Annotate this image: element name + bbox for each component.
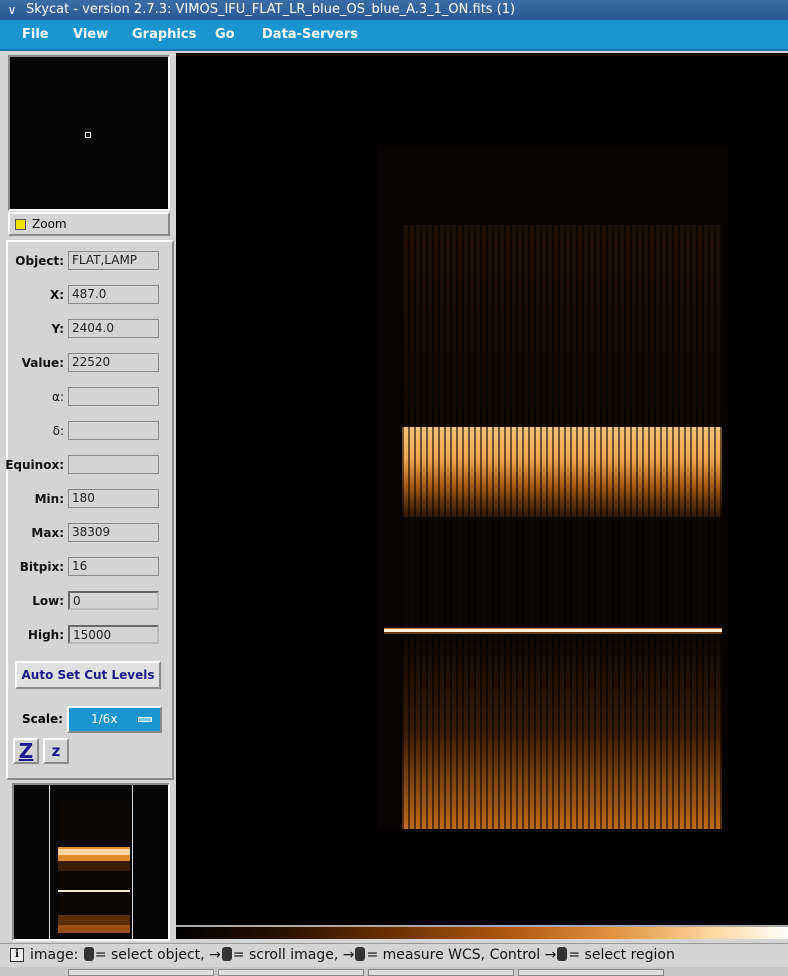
high-cut-input[interactable]: 15000 — [68, 625, 159, 644]
overview-thumbnail[interactable] — [12, 783, 170, 941]
window-title: Skycat - version 2.7.3: VIMOS_IFU_FLAT_L… — [26, 2, 516, 17]
dec-value — [68, 421, 159, 440]
ra-value — [68, 387, 159, 406]
field-x: X: 487.0 — [8, 284, 176, 306]
fits-image — [378, 145, 730, 829]
menu-view[interactable]: View — [73, 27, 108, 42]
info-icon: i — [10, 948, 24, 962]
pan-window[interactable] — [8, 55, 170, 211]
title-bar: ∨ Skycat - version 2.7.3: VIMOS_IFU_FLAT… — [0, 0, 788, 20]
status-prefix: image: — [30, 947, 79, 963]
pixel-value: 22520 — [68, 353, 159, 372]
field-label: Value: — [21, 356, 64, 370]
y-value: 2404.0 — [68, 319, 159, 338]
field-ra: α: — [8, 386, 176, 408]
viewport-indicator[interactable] — [49, 785, 133, 939]
status-scroll-image: = scroll image, — [232, 947, 339, 963]
mouse-left-icon — [83, 947, 94, 961]
scale-label: Scale: — [22, 712, 63, 726]
scale-value: 1/6x — [91, 712, 118, 726]
status-select-region: = select region — [568, 947, 675, 963]
info-panel: Object: FLAT,LAMP X: 487.0 Y: 2404.0 Val… — [5, 240, 176, 780]
field-y: Y: 2404.0 — [8, 318, 176, 340]
menu-bar: File View Graphics Go Data-Servers — [0, 20, 788, 51]
option-menu-indicator-icon — [138, 717, 152, 722]
taskbar-item[interactable] — [368, 969, 514, 976]
min-value: 180 — [68, 489, 159, 508]
scale-menu[interactable]: 1/6x — [67, 706, 162, 733]
zoom-out-button[interactable]: z — [43, 738, 69, 764]
object-value: FLAT,LAMP — [68, 251, 159, 270]
bitpix-value: 16 — [68, 557, 159, 576]
taskbar-item[interactable] — [518, 969, 664, 976]
control-panel: Zoom Object: FLAT,LAMP X: 487.0 Y: 2404.… — [5, 53, 176, 943]
zoom-label: Zoom — [32, 217, 67, 231]
max-value: 38309 — [68, 523, 159, 542]
menu-go[interactable]: Go — [215, 27, 235, 42]
x-value: 487.0 — [68, 285, 159, 304]
colorbar[interactable] — [176, 925, 788, 939]
equinox-value — [68, 455, 159, 474]
field-equinox: Equinox: — [5, 454, 176, 476]
mouse-left-icon — [557, 947, 568, 961]
mouse-right-icon — [355, 947, 366, 961]
field-min: Min: 180 — [8, 488, 176, 510]
field-label: X: — [49, 288, 64, 302]
field-label: δ: — [52, 424, 64, 438]
status-text: image: = select object, → = scroll image,… — [30, 947, 675, 963]
status-measure-wcs: = measure WCS, Control — [366, 947, 541, 963]
field-low: Low: 0 — [8, 590, 176, 612]
field-bitpix: Bitpix: 16 — [8, 556, 176, 578]
status-select-object: = select object, — [94, 947, 205, 963]
zoom-checkbox[interactable] — [15, 219, 26, 230]
field-max: Max: 38309 — [8, 522, 176, 544]
taskbar — [0, 967, 788, 976]
menu-data-servers[interactable]: Data-Servers — [262, 27, 358, 42]
zoom-in-button[interactable]: Z — [13, 738, 39, 764]
arrow-icon: → — [544, 947, 557, 963]
zoom-toggle[interactable]: Zoom — [8, 212, 170, 236]
arrow-icon: → — [342, 947, 355, 963]
field-value: Value: 22520 — [8, 352, 176, 374]
mouse-middle-icon — [221, 947, 232, 961]
field-label: Object: — [15, 254, 64, 268]
field-label: α: — [52, 390, 64, 404]
field-object: Object: FLAT,LAMP — [8, 250, 176, 272]
window-menu-icon[interactable]: ∨ — [4, 2, 20, 18]
low-cut-input[interactable]: 0 — [68, 591, 159, 610]
field-dec: δ: — [8, 420, 176, 442]
image-display[interactable] — [176, 53, 788, 925]
taskbar-item[interactable] — [218, 969, 364, 976]
auto-set-cut-levels-button[interactable]: Auto Set Cut Levels — [15, 661, 161, 689]
field-label: Bitpix: — [19, 560, 64, 574]
taskbar-item[interactable] — [68, 969, 214, 976]
pan-cursor[interactable] — [85, 132, 91, 138]
field-label: Low: — [32, 594, 64, 608]
arrow-icon: → — [209, 947, 221, 963]
field-label: Y: — [51, 322, 64, 336]
menu-graphics[interactable]: Graphics — [132, 27, 196, 42]
field-high: High: 15000 — [8, 624, 176, 646]
menu-file[interactable]: File — [22, 27, 49, 42]
field-label: Max: — [31, 526, 64, 540]
status-bar: i image: = select object, → = scroll imag… — [0, 943, 788, 967]
field-label: Min: — [34, 492, 64, 506]
field-label: High: — [27, 628, 64, 642]
field-label: Equinox: — [5, 458, 64, 472]
